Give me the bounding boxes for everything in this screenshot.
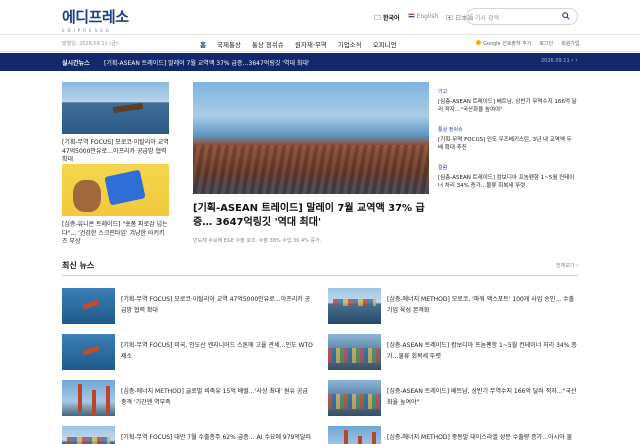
article-headline[interactable]: [심층-에너지 METHOD] 중동발 대이스라엘 성분 수출량 증가…아시아 … [387,432,579,443]
list-item[interactable]: [심층-ASEAN 트레이드] 캄보디아 프놈펜항 1~5월 컨테이너 처리 3… [328,334,578,374]
side-category: 기고 [438,89,448,95]
latest-news-header: 최신 뉴스 전체보기 › [62,260,578,276]
logo-subtext: EDIPRESSO [62,28,112,33]
list-item[interactable]: [심층-에너지 METHOD] 중동발 대이스라엘 성분 수출량 증가…아시아 … [328,426,578,444]
article-caption[interactable]: [기획-무역 FOCUS] 모로코·이탈리아 교역 47억5000만유로…아프리… [62,139,169,165]
list-item[interactable]: [기획-무역 FOCUS] 모로코·이탈리아 교역 47억5000만유로…아프리… [62,288,312,328]
google-source-button[interactable]: Google 선호출처 추가 [476,40,531,47]
hero-title[interactable]: [기획-ASEAN 트레이드] 말레이 7월 교역액 37% 급증… 3647억… [193,202,429,230]
hero-article[interactable]: [기획-ASEAN 트레이드] 말레이 7월 교역액 37% 급증… 3647억… [193,82,429,244]
article-headline[interactable]: [심층-에너지 METHOD] 모로코, '파워 엑스포트' 100개 사업 승… [387,294,579,316]
article-thumbnail[interactable] [62,380,115,416]
side-headline[interactable]: [심층-ASEAN 트레이드] 캄보디아 프놈펜항 1~5월 컨테이너 처리 3… [438,174,578,190]
left-card[interactable]: [기획-무역 FOCUS] 모로코·이탈리아 교역 47억5000만유로…아프리… [62,82,169,165]
list-item[interactable]: [심층-ASEAN 트레이드] 베트남, 상반기 무역수지 166억 달러 적자… [328,380,578,420]
breaking-news-bar: 실시간뉴스 [기획-ASEAN 트레이드] 말레이 7월 교역액 37% 급증…… [0,53,640,71]
article-headline[interactable]: [심층-ASEAN 트레이드] 베트남, 상반기 무역수지 166억 달러 적자… [387,386,579,408]
utility-links: Google 선호출처 추가 로그인 회원가입 [476,40,580,47]
nav-item-opinion[interactable]: 오피니언 [373,39,397,49]
article-thumbnail[interactable] [328,426,381,444]
language-switcher: 한국어 English 日本語 [374,13,473,22]
article-thumbnail[interactable] [62,334,115,370]
side-headline[interactable]: [기획-무역 FOCUS] 인도·우즈베키스탄, 3년 내 교역액 두 배 확대… [438,136,578,152]
hero-subtitle: 반도체 수요에 E&E 수출 호조. 수출 38% 수입 36.4% 증가. [193,238,322,244]
side-story[interactable]: 칼럼 [심층-ASEAN 트레이드] 캄보디아 프놈펜항 1~5월 컨테이너 처… [438,164,578,190]
article-thumbnail[interactable] [328,380,381,416]
japan-flag-icon [446,15,454,20]
side-story[interactable]: 기고 [심층-ASEAN 트레이드] 베트남, 상반기 무역수지 166억 달러… [438,88,578,114]
search-icon[interactable] [562,12,570,20]
nav-item-home[interactable]: 홈 [200,39,206,49]
left-card[interactable]: [심층-유니콘 트레이드] "숏폼 피로감 넘는다"… '건강한 스크린타임' … [62,164,169,247]
side-category: 칼럼 [438,165,448,171]
list-item[interactable]: [기획-무역 FOCUS] 미국, 인도산 엔지니어드 스톤에 고율 관세…인도… [62,334,313,374]
google-icon [476,40,481,45]
signup-link[interactable]: 회원가입 [561,40,579,47]
nav-item-trade[interactable]: 국제통상 [217,39,241,49]
nav-menu: 홈 국제통상 통상 정쉬슈 원자재·무역 기업소식 오피니언 [200,39,397,49]
article-thumbnail[interactable] [328,288,381,324]
view-all-link[interactable]: 전체보기 › [556,262,578,269]
side-headline[interactable]: [심층-ASEAN 트레이드] 베트남, 상반기 무역수지 166억 달러 적자… [438,98,578,114]
main-nav: 발행일: 2026.09.11 (금) 홈 국제통상 통상 정쉬슈 원자재·무역… [0,34,640,52]
article-headline[interactable]: [심층-에너지 METHOD] 글로벌 비축유 15억 배럴…'사상 최대' 원… [121,386,313,408]
breaking-headline[interactable]: [기획-ASEAN 트레이드] 말레이 7월 교역액 37% 급증…3647억링… [104,58,310,67]
nav-item-policy[interactable]: 통상 정쉬슈 [252,39,284,49]
article-headline[interactable]: [기획-무역 FOCUS] 모로코·이탈리아 교역 47억5000만유로…아프리… [121,294,313,316]
breaking-date: 2026.09.11 [541,58,570,64]
article-thumbnail[interactable] [62,426,115,444]
article-thumbnail[interactable] [62,82,169,134]
site-logo[interactable]: 에디프레소 EDIPRESSO [62,6,129,33]
us-flag-icon [407,13,415,18]
search-input[interactable]: 기사 검색 [466,8,578,25]
side-category: 통상 정쉬슈 [438,127,463,133]
search-placeholder: 기사 검색 [475,15,499,22]
logo-text: 에디프레소 [62,8,129,26]
login-link[interactable]: 로그인 [539,40,553,47]
nav-item-business[interactable]: 기업소식 [338,39,362,49]
hero-image[interactable] [193,82,429,194]
list-item[interactable]: [심층-에너지 METHOD] 글로벌 비축유 15억 배럴…'사상 최대' 원… [62,380,312,420]
list-item[interactable]: [심층-에너지 METHOD] 모로코, '파워 엑스포트' 100개 사업 승… [328,288,578,328]
publish-date: 발행일: 2026.09.11 (금) [62,41,118,47]
article-thumbnail[interactable] [328,334,381,370]
article-headline[interactable]: [기획-무역 FOCUS] 대만 7월 수출증주 62% 급증… AI 수요에 … [121,432,313,443]
article-headline[interactable]: [심층-ASEAN 트레이드] 캄보디아 프놈펜항 1~5월 컨테이너 처리 3… [387,340,579,362]
list-item[interactable]: [기획-무역 FOCUS] 대만 7월 수출증주 62% 급증… AI 수요에 … [62,426,312,444]
side-story[interactable]: 통상 정쉬슈 [기획-무역 FOCUS] 인도·우즈베키스탄, 3년 내 교역액… [438,126,578,152]
korea-flag-icon [374,15,381,20]
article-caption[interactable]: [심층-유니콘 트레이드] "숏폼 피로감 넘는다"… '건강한 스크린타임' … [62,221,169,247]
article-thumbnail[interactable] [62,288,115,324]
lang-korean[interactable]: 한국어 [374,13,400,22]
nav-item-materials[interactable]: 원자재·무역 [295,39,327,49]
site-header: 에디프레소 EDIPRESSO 한국어 English 日本語 기사 검색 [0,0,640,34]
lang-english[interactable]: English [407,13,438,22]
article-headline[interactable]: [기획-무역 FOCUS] 미국, 인도산 엔지니어드 스톤에 고율 관세…인도… [121,340,313,362]
article-thumbnail[interactable] [62,164,169,216]
section-title: 최신 뉴스 [62,261,95,270]
breaking-label: 실시간뉴스 [62,60,90,67]
breaking-arrows[interactable]: ‹ › [571,57,578,64]
